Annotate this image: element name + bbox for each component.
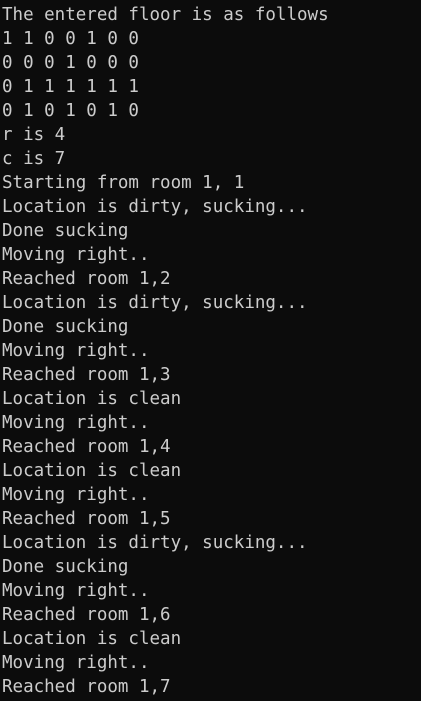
output-line: Done sucking <box>2 317 129 337</box>
output-line: The entered floor is as follows <box>2 5 329 25</box>
output-line: Reached room 1,4 <box>2 437 171 457</box>
output-line: Moving right.. <box>2 245 150 265</box>
output-line: Reached room 1,7 <box>2 677 171 697</box>
output-line: 0 0 0 1 0 0 0 <box>2 53 139 73</box>
output-line: Starting from room 1, 1 <box>2 173 245 193</box>
output-line: Location is dirty, sucking... <box>2 197 308 217</box>
output-line: Done sucking <box>2 557 129 577</box>
output-line: 0 1 1 1 1 1 1 <box>2 77 139 97</box>
output-line: Moving right.. <box>2 653 150 673</box>
output-line: Location is dirty, sucking... <box>2 533 308 553</box>
output-line: r is 4 <box>2 125 66 145</box>
output-line: c is 7 <box>2 149 66 169</box>
output-line: 0 1 0 1 0 1 0 <box>2 101 139 121</box>
output-line: Reached room 1,6 <box>2 605 171 625</box>
terminal-output[interactable]: The entered floor is as follows 1 1 0 0 … <box>0 0 421 701</box>
output-line: Moving right.. <box>2 581 150 601</box>
output-line: Reached room 1,5 <box>2 509 171 529</box>
output-line: Done sucking <box>2 221 129 241</box>
output-line: 1 1 0 0 1 0 0 <box>2 29 139 49</box>
output-line: Reached room 1,2 <box>2 269 171 289</box>
output-line: Location is clean <box>2 461 182 481</box>
output-line: Location is dirty, sucking... <box>2 293 308 313</box>
output-line: Reached room 1,3 <box>2 365 171 385</box>
output-line: Moving right.. <box>2 413 150 433</box>
output-line: Location is clean <box>2 629 182 649</box>
output-line: Moving right.. <box>2 341 150 361</box>
output-line: Location is clean <box>2 389 182 409</box>
output-line: Moving right.. <box>2 485 150 505</box>
